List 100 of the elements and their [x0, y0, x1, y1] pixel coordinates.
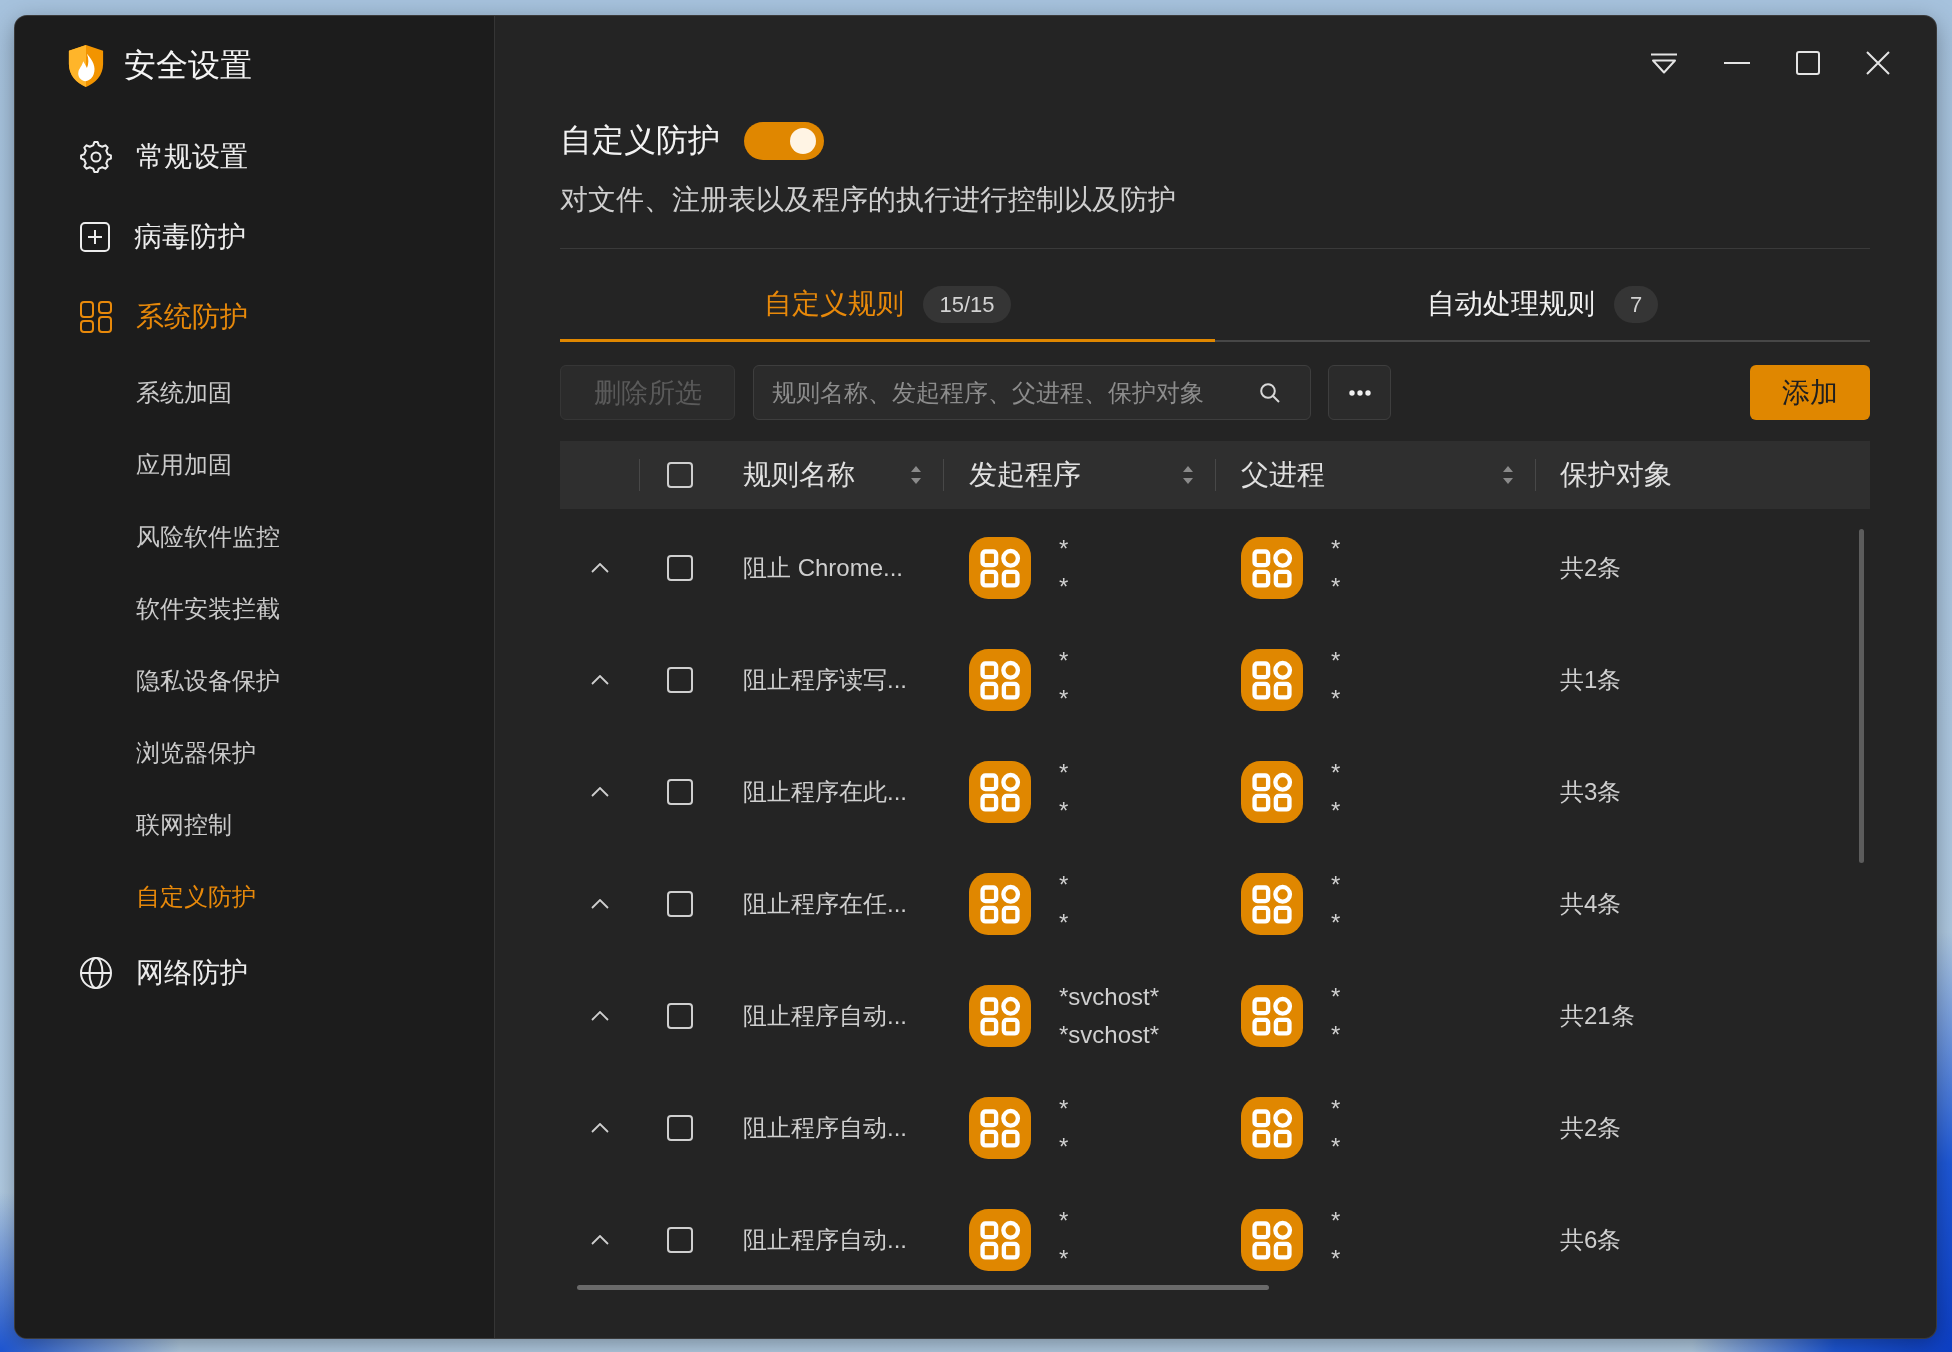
row-checkbox[interactable]	[666, 1115, 693, 1141]
add-button[interactable]: 添加	[1750, 365, 1870, 420]
app-title: 安全设置	[124, 46, 252, 85]
process-pattern: *	[1331, 1244, 1341, 1274]
process-pattern: *	[1331, 758, 1341, 788]
process-pattern: *	[1331, 572, 1341, 602]
protected-count: 共2条	[1560, 553, 1622, 583]
search-field[interactable]: 规则名称、发起程序、父进程、保护对象	[753, 365, 1311, 420]
row-checkbox[interactable]	[666, 1003, 693, 1029]
process-pattern: *	[1059, 534, 1069, 564]
chevron-up-icon[interactable]	[590, 899, 609, 909]
process-pattern: *	[1331, 1094, 1341, 1124]
nav-item[interactable]: 网络防护	[80, 953, 248, 993]
process-pattern: *	[1331, 1206, 1341, 1236]
column-header: 父进程	[1241, 458, 1325, 492]
app-grid-icon	[1241, 1097, 1303, 1159]
protected-count: 共4条	[1560, 889, 1622, 919]
nav-subitem[interactable]: 风险软件监控	[136, 521, 280, 553]
nav-item[interactable]: 病毒防护	[80, 217, 246, 257]
app-grid-icon	[969, 649, 1031, 711]
process-pattern: *	[1059, 1244, 1069, 1274]
process-pattern: *	[1331, 1020, 1341, 1050]
nav-subitem[interactable]: 联网控制	[136, 809, 232, 841]
sort-icon[interactable]	[911, 466, 921, 484]
app-grid-icon	[969, 537, 1031, 599]
process-pattern: *	[1331, 796, 1341, 826]
row-checkbox[interactable]	[666, 667, 693, 693]
app-grid-icon	[969, 985, 1031, 1047]
nav-subitem[interactable]: 浏览器保护	[136, 737, 256, 769]
process-pattern: *svchost*	[1059, 982, 1160, 1012]
nav-subitem[interactable]: 隐私设备保护	[136, 665, 280, 697]
protected-count: 共21条	[1560, 1001, 1635, 1031]
nav-subitem[interactable]: 系统加固	[136, 377, 232, 409]
process-pattern: *	[1059, 908, 1069, 938]
nav-item[interactable]: 系统防护	[80, 297, 248, 337]
maximize-icon[interactable]	[1796, 51, 1820, 75]
sort-icon[interactable]	[1503, 466, 1513, 484]
chevron-up-icon[interactable]	[590, 1011, 609, 1021]
gear-icon	[80, 141, 112, 173]
search-icon	[1260, 382, 1280, 403]
app-grid-icon	[1241, 537, 1303, 599]
app-grid-icon	[969, 873, 1031, 935]
select-all-checkbox[interactable]	[666, 462, 693, 488]
shield-flame-icon	[67, 44, 105, 88]
more-button[interactable]	[1328, 365, 1391, 420]
app-grid-icon	[1241, 873, 1303, 935]
rule-name: 阻止程序自动...	[743, 1001, 907, 1031]
rule-name: 阻止程序自动...	[743, 1225, 907, 1255]
app-grid-icon	[1241, 649, 1303, 711]
protected-count: 共6条	[1560, 1225, 1622, 1255]
rule-name: 阻止程序在任...	[743, 889, 907, 919]
chevron-up-icon[interactable]	[590, 675, 609, 685]
horizontal-scrollbar[interactable]	[577, 1285, 1269, 1290]
grid-icon	[80, 301, 112, 333]
rule-name: 阻止程序在此...	[743, 777, 907, 807]
row-checkbox[interactable]	[666, 1227, 693, 1253]
chevron-up-icon[interactable]	[590, 1235, 609, 1245]
process-pattern: *	[1059, 572, 1069, 602]
nav-item[interactable]: 常规设置	[80, 137, 248, 177]
tab[interactable]: 自动处理规则 7	[1215, 249, 1870, 342]
plus-square-icon	[80, 222, 110, 252]
process-pattern: *svchost*	[1059, 1020, 1160, 1050]
tab[interactable]: 自定义规则 15/15	[560, 249, 1215, 342]
process-pattern: *	[1059, 796, 1069, 826]
process-pattern: *	[1331, 534, 1341, 564]
column-header: 发起程序	[969, 458, 1081, 492]
process-pattern: *	[1059, 1132, 1069, 1162]
process-pattern: *	[1331, 646, 1341, 676]
dropdown-icon[interactable]	[1650, 52, 1678, 74]
rule-name: 阻止 Chrome...	[743, 553, 904, 583]
page-title: 自定义防护	[560, 121, 720, 160]
app-grid-icon	[1241, 761, 1303, 823]
close-icon[interactable]	[1866, 51, 1890, 75]
chevron-up-icon[interactable]	[590, 787, 609, 797]
toggle-switch[interactable]	[744, 122, 824, 160]
process-pattern: *	[1331, 1132, 1341, 1162]
vertical-scrollbar[interactable]	[1859, 529, 1864, 863]
page-description: 对文件、注册表以及程序的执行进行控制以及防护	[560, 183, 1176, 217]
process-pattern: *	[1059, 1094, 1069, 1124]
nav-subitem[interactable]: 应用加固	[136, 449, 232, 481]
process-pattern: *	[1331, 982, 1341, 1012]
app-grid-icon	[1241, 985, 1303, 1047]
nav-subitem[interactable]: 自定义防护	[136, 881, 256, 913]
nav-subitem[interactable]: 软件安装拦截	[136, 593, 280, 625]
app-grid-icon	[969, 761, 1031, 823]
chevron-up-icon[interactable]	[590, 1123, 609, 1133]
protected-count: 共3条	[1560, 777, 1622, 807]
count-badge: 7	[1613, 285, 1659, 323]
rule-name: 阻止程序读写...	[743, 665, 907, 695]
count-badge: 15/15	[923, 285, 1011, 323]
process-pattern: *	[1059, 758, 1069, 788]
process-pattern: *	[1331, 684, 1341, 714]
chevron-up-icon[interactable]	[590, 563, 609, 573]
sort-icon[interactable]	[1183, 466, 1193, 484]
row-checkbox[interactable]	[666, 891, 693, 917]
protected-count: 共2条	[1560, 1113, 1622, 1143]
row-checkbox[interactable]	[666, 555, 693, 581]
process-pattern: *	[1059, 870, 1069, 900]
row-checkbox[interactable]	[666, 779, 693, 805]
globe-icon	[80, 957, 112, 989]
